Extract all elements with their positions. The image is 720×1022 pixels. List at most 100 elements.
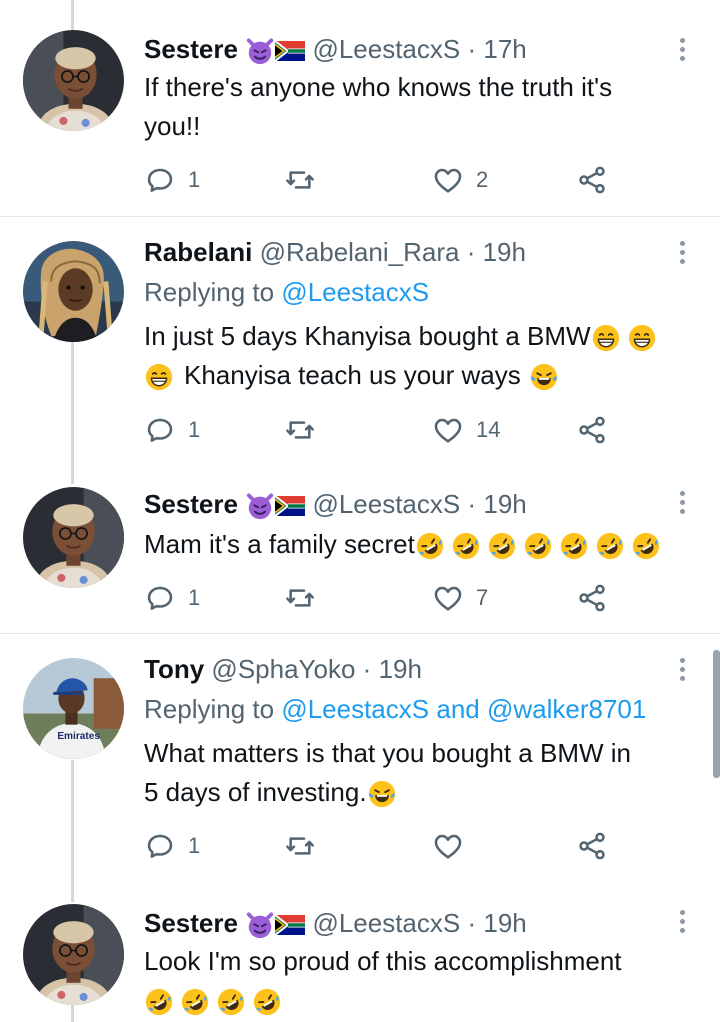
south-africa-flag-emoji <box>275 914 305 936</box>
svg-text:Emirates: Emirates <box>57 731 100 742</box>
avatar[interactable]: Emirates <box>23 658 124 759</box>
heart-icon <box>432 582 464 614</box>
user-handle[interactable]: @LeestacxS <box>312 489 460 519</box>
tweet-header: Rabelani @Rabelani_Rara · 19h <box>144 235 660 269</box>
reply-button[interactable]: 1 <box>144 160 200 200</box>
tweet-text: If there's anyone who knows the truth it… <box>144 68 700 146</box>
tweet-text-line: Khanyisa teach us your ways <box>144 356 700 395</box>
mention-and: and <box>436 694 480 724</box>
retweet-button[interactable] <box>284 160 316 200</box>
tweet-text-line: In just 5 days Khanyisa bought a BMW <box>144 317 700 356</box>
separator-dot: · <box>467 489 477 519</box>
timestamp[interactable]: 19h <box>379 654 422 684</box>
avatar[interactable] <box>23 30 124 131</box>
timestamp[interactable]: 19h <box>483 489 526 519</box>
tweet-header: Sestere @LeestacxS · 19h <box>144 487 660 521</box>
display-name[interactable]: Sestere <box>144 34 238 64</box>
tweet-text: Look I'm so proud of this accomplishment <box>144 942 700 1020</box>
heart-icon <box>432 414 464 446</box>
more-options-icon[interactable] <box>680 910 686 937</box>
tweet-text-line <box>144 981 700 1020</box>
mention-link[interactable]: @LeestacxS <box>281 694 429 724</box>
tweet-text: In just 5 days Khanyisa bought a BMW Kha… <box>144 317 700 395</box>
display-name[interactable]: Sestere <box>144 489 238 519</box>
south-africa-flag-emoji <box>275 495 305 517</box>
avatar[interactable] <box>23 241 124 342</box>
tweet-text-segment: Mam it's a family secret <box>144 529 415 559</box>
like-count: 14 <box>476 417 501 442</box>
like-button[interactable]: 7 <box>432 578 488 618</box>
mention-link[interactable]: @LeestacxS <box>281 277 429 307</box>
display-name[interactable]: Rabelani <box>144 237 252 267</box>
rofl-emoji <box>631 531 661 561</box>
tweet[interactable]: Sestere @LeestacxS · 17h If there's anyo… <box>0 0 720 216</box>
tweet-text-line: Mam it's a family secret <box>144 525 700 564</box>
tweet[interactable]: Sestere @LeestacxS · 19h Look I'm so pro… <box>0 890 720 1022</box>
reply-icon <box>144 164 176 196</box>
reply-count: 1 <box>188 417 201 442</box>
like-button[interactable]: 14 <box>432 410 500 450</box>
tweet[interactable]: Emirates Tony @SphaYoko · 19h Replying t… <box>0 634 720 890</box>
more-options-icon[interactable] <box>680 38 686 65</box>
more-options-icon[interactable] <box>680 241 686 268</box>
share-button[interactable] <box>576 410 608 450</box>
share-button[interactable] <box>576 578 608 618</box>
tweet-actions: 1 2 <box>144 160 634 200</box>
user-handle[interactable]: @Rabelani_Rara <box>260 237 460 267</box>
share-icon <box>576 414 608 446</box>
retweet-button[interactable] <box>284 410 316 450</box>
rofl-emoji <box>487 531 517 561</box>
timestamp[interactable]: 19h <box>483 908 526 938</box>
avatar[interactable] <box>23 904 124 1005</box>
timestamp[interactable]: 17h <box>483 34 526 64</box>
more-options-icon[interactable] <box>680 491 686 518</box>
retweet-icon <box>284 582 316 614</box>
rofl-emoji <box>144 987 174 1017</box>
like-button[interactable] <box>432 826 464 866</box>
retweet-button[interactable] <box>284 578 316 618</box>
reply-button[interactable]: 1 <box>144 826 200 866</box>
separator-dot: · <box>466 237 476 267</box>
tweet-text-segment: In just 5 days Khanyisa bought a BMW <box>144 321 591 351</box>
mention-link[interactable]: @walker8701 <box>487 694 646 724</box>
rofl-emoji <box>559 531 589 561</box>
rofl-emoji <box>415 531 445 561</box>
retweet-icon <box>284 164 316 196</box>
tweet[interactable]: Sestere @LeestacxS · 19h Mam it's a fami… <box>0 467 720 633</box>
share-button[interactable] <box>576 826 608 866</box>
display-name[interactable]: Tony <box>144 654 204 684</box>
display-name[interactable]: Sestere <box>144 908 238 938</box>
share-icon <box>576 582 608 614</box>
smiling-imp-emoji <box>245 491 275 521</box>
user-handle[interactable]: @LeestacxS <box>312 908 460 938</box>
avatar[interactable] <box>23 487 124 588</box>
more-options-icon[interactable] <box>680 658 686 685</box>
heart-icon <box>432 164 464 196</box>
retweet-button[interactable] <box>284 826 316 866</box>
share-icon <box>576 164 608 196</box>
reply-button[interactable]: 1 <box>144 578 200 618</box>
user-handle[interactable]: @LeestacxS <box>312 34 460 64</box>
tweet-header: Sestere @LeestacxS · 19h <box>144 906 660 940</box>
timestamp[interactable]: 19h <box>483 237 526 267</box>
rofl-emoji <box>252 987 282 1017</box>
tweet[interactable]: Rabelani @Rabelani_Rara · 19h Replying t… <box>0 217 720 467</box>
tweet-text-line: 5 days of investing. <box>144 773 700 812</box>
reply-button[interactable]: 1 <box>144 410 200 450</box>
rofl-emoji <box>595 531 625 561</box>
tweet-text-segment: 5 days of investing. <box>144 777 367 807</box>
grinning-emoji <box>591 323 621 353</box>
tweet-actions: 1 7 <box>144 578 634 618</box>
tweet-text-line: you!! <box>144 111 201 141</box>
tweet-text-line: Look I'm so proud of this accomplishment <box>144 946 622 976</box>
share-button[interactable] <box>576 160 608 200</box>
scrollbar[interactable] <box>713 650 720 778</box>
user-handle[interactable]: @SphaYoko <box>211 654 355 684</box>
smiling-imp-emoji <box>245 910 275 940</box>
replying-to: Replying to @LeestacxS <box>144 275 429 309</box>
like-button[interactable]: 2 <box>432 160 488 200</box>
tweet-actions: 1 14 <box>144 410 634 450</box>
reply-icon <box>144 830 176 862</box>
rofl-emoji <box>180 987 210 1017</box>
separator-dot: · <box>467 908 477 938</box>
